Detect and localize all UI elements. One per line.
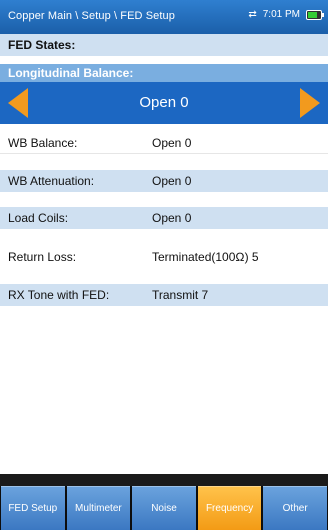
return-loss-label: Return Loss: <box>8 250 77 264</box>
longitudinal-balance-label: Longitudinal Balance: <box>8 66 134 80</box>
fed-states-row: FED States: <box>0 34 328 56</box>
tab-multimeter[interactable]: Multimeter <box>66 486 131 530</box>
return-loss-row[interactable]: Return Loss: Terminated(100Ω) 5 <box>0 246 328 268</box>
fed-states-label: FED States: <box>8 38 76 52</box>
longitudinal-balance-value: Open 0 <box>139 94 189 111</box>
return-loss-value: Terminated(100Ω) 5 <box>152 250 259 264</box>
load-coils-value: Open 0 <box>152 211 192 225</box>
status-area: ⇄ 7:01 PM <box>248 9 324 20</box>
fed-setup-screen: Copper Main \ Setup \ FED Setup ⇄ 7:01 P… <box>0 0 328 530</box>
wb-balance-row[interactable]: WB Balance: Open 0 <box>0 132 328 154</box>
clock-time: 7:01 PM <box>262 9 300 20</box>
rx-tone-label: RX Tone with FED: <box>8 288 110 302</box>
tab-noise[interactable]: Noise <box>132 486 196 530</box>
settings-panel: FED States: Longitudinal Balance: Open 0… <box>0 34 328 474</box>
rx-tone-row[interactable]: RX Tone with FED: Transmit 7 <box>0 284 328 306</box>
battery-icon <box>306 9 324 20</box>
tab-other[interactable]: Other <box>263 486 327 530</box>
wb-attenuation-label: WB Attenuation: <box>8 174 95 188</box>
rx-tone-value: Transmit 7 <box>152 288 209 302</box>
wb-balance-label: WB Balance: <box>8 135 78 150</box>
tab-frequency[interactable]: Frequency <box>197 486 262 530</box>
swap-arrows-icon: ⇄ <box>248 9 257 20</box>
fed-states-spacer <box>0 56 328 64</box>
load-coils-label: Load Coils: <box>8 211 69 225</box>
tab-fed-setup[interactable]: FED Setup <box>1 486 65 530</box>
load-coils-row[interactable]: Load Coils: Open 0 <box>0 207 328 229</box>
breadcrumb: Copper Main \ Setup \ FED Setup <box>8 10 175 22</box>
wb-attenuation-row[interactable]: WB Attenuation: Open 0 <box>0 170 328 192</box>
longitudinal-balance-selector[interactable]: Open 0 <box>0 82 328 124</box>
wb-balance-value: Open 0 <box>152 135 192 150</box>
wb-attenuation-value: Open 0 <box>152 174 192 188</box>
longitudinal-balance-header: Longitudinal Balance: <box>0 64 328 82</box>
arrow-right-icon[interactable] <box>300 88 320 118</box>
top-bar: Copper Main \ Setup \ FED Setup ⇄ 7:01 P… <box>0 0 328 34</box>
bottom-tab-bar: FED Setup Multimeter Noise Frequency Oth… <box>0 486 328 530</box>
